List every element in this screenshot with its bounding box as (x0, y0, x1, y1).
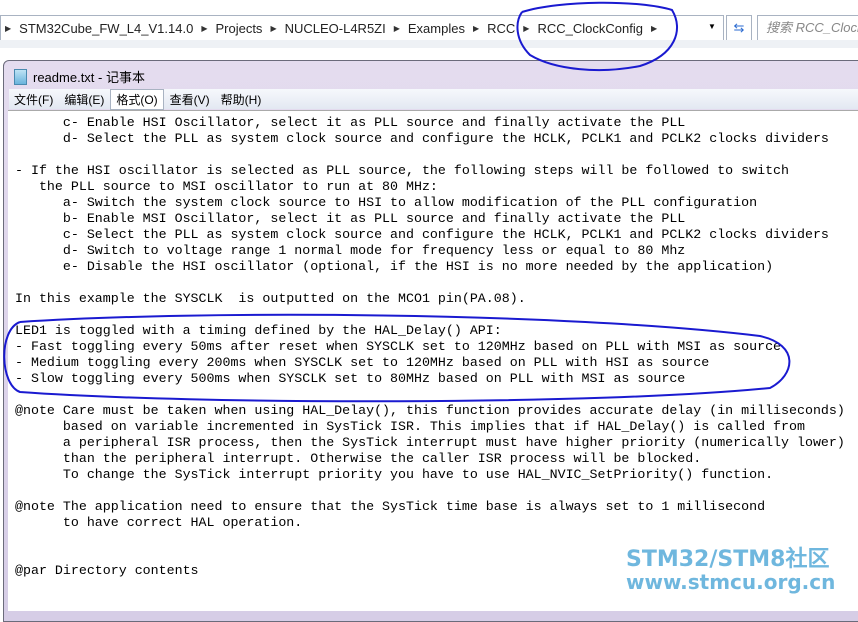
text-line: d- Switch to voltage range 1 normal mode… (15, 243, 686, 258)
watermark: STM32/STM8社区 www.stmcu.org.cn (626, 547, 836, 594)
breadcrumb-item[interactable]: NUCLEO-L4R5ZI (285, 21, 386, 36)
menu-item[interactable]: 文件(F) (9, 90, 58, 109)
menu-bar: 文件(F) 编辑(E) 格式(O) 查看(V) 帮助(H) (9, 88, 858, 110)
text-line (15, 531, 845, 547)
breadcrumb-item[interactable]: Examples (408, 21, 465, 36)
text-line: To change the SysTick interrupt priority… (15, 467, 774, 482)
chevron-right-icon[interactable]: ▶ (270, 24, 276, 33)
search-input[interactable]: 搜索 RCC_ClockConfig (757, 15, 858, 41)
text-line: a- Switch the system clock source to HSI… (15, 195, 758, 210)
text-line: c- Select the PLL as system clock source… (15, 227, 829, 242)
text-line: @note The application need to ensure tha… (15, 499, 766, 514)
text-line: - Slow toggling every 500ms when SYSCLK … (15, 371, 686, 386)
window-title: readme.txt - 记事本 (14, 67, 145, 86)
chevron-right-icon: ▶ (5, 23, 12, 33)
text-line: - Fast toggling every 50ms after reset w… (15, 339, 782, 354)
text-line: the PLL source to MSI oscillator to run … (15, 179, 438, 194)
menu-item[interactable]: 格式(O) (110, 88, 164, 110)
text-line: e- Disable the HSI oscillator (optional,… (15, 259, 774, 274)
chevron-right-icon[interactable]: ▶ (394, 24, 400, 33)
text-line: than the peripheral interrupt. Otherwise… (15, 451, 702, 466)
text-line: a peripheral ISR process, then the SysTi… (15, 435, 845, 450)
text-line: c- Enable HSI Oscillator, select it as P… (15, 115, 686, 130)
text-line (15, 307, 845, 323)
refresh-icon[interactable]: ⇆ (726, 15, 752, 41)
status-strip (0, 40, 858, 48)
menu-item[interactable]: 帮助(H) (216, 90, 267, 109)
explorer-bar: ▶ STM32Cube_FW_L4_V1.14.0 ▶ Projects ▶ NUCLEO… (0, 0, 858, 60)
chevron-down-icon[interactable]: ▼ (708, 22, 716, 31)
breadcrumb-item[interactable]: RCC (487, 21, 515, 36)
notepad-icon (14, 68, 27, 85)
menu-item[interactable]: 编辑(E) (59, 90, 109, 109)
text-line: LED1 is toggled with a timing defined by… (15, 323, 502, 338)
chevron-right-icon[interactable]: ▶ (651, 24, 657, 33)
breadcrumb-item[interactable]: RCC_ClockConfig (537, 21, 642, 36)
text-line: d- Select the PLL as system clock source… (15, 131, 829, 146)
chevron-right-icon[interactable]: ▶ (523, 24, 529, 33)
text-line: In this example the SYSCLK is outputted … (15, 291, 526, 306)
text-line: - If the HSI oscillator is selected as P… (15, 163, 790, 178)
text-line (15, 275, 845, 291)
watermark-line1: STM32/STM8社区 (626, 547, 830, 572)
text-line: to have correct HAL operation. (15, 515, 303, 530)
text-line: b- Enable MSI Oscillator, select it as P… (15, 211, 686, 226)
breadcrumb-item[interactable]: Projects (215, 21, 262, 36)
address-bar[interactable]: ▶ STM32Cube_FW_L4_V1.14.0 ▶ Projects ▶ NUCLEO… (0, 15, 724, 41)
text-line (15, 483, 845, 499)
text-line: based on variable incremented in SysTick… (15, 419, 805, 434)
text-line: @note Care must be taken when using HAL_… (15, 403, 845, 418)
menu-item[interactable]: 查看(V) (165, 90, 215, 109)
chevron-right-icon[interactable]: ▶ (473, 24, 479, 33)
title-text: readme.txt - 记事本 (33, 70, 145, 85)
chevron-right-icon[interactable]: ▶ (201, 24, 207, 33)
watermark-line2: www.stmcu.org.cn (626, 570, 836, 594)
text-line (15, 147, 845, 163)
text-line: - Medium toggling every 200ms when SYSCL… (15, 355, 710, 370)
breadcrumb-item[interactable]: STM32Cube_FW_L4_V1.14.0 (19, 21, 193, 36)
document-text[interactable]: c- Enable HSI Oscillator, select it as P… (15, 115, 845, 579)
text-line (15, 387, 845, 403)
